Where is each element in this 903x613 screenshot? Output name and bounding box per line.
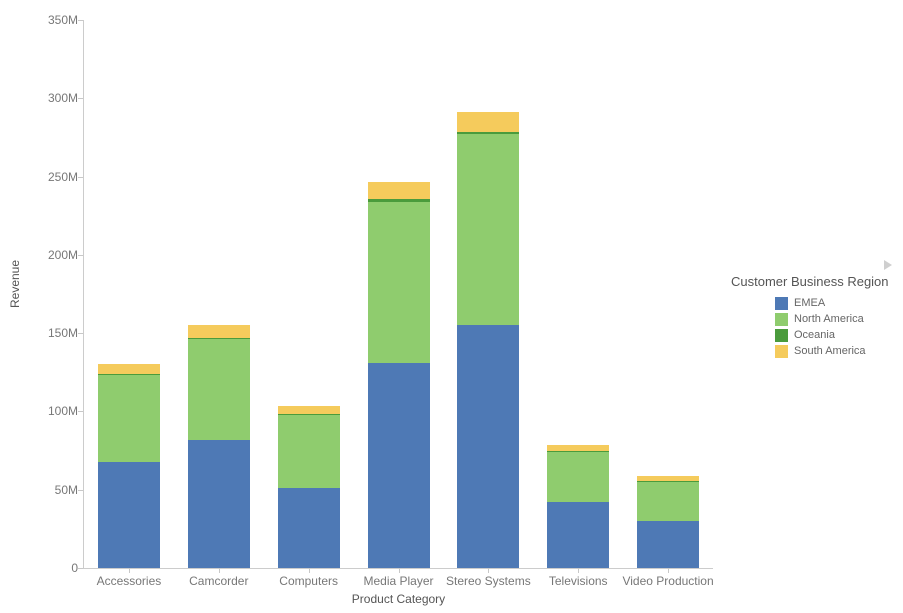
bar-segment[interactable] <box>547 502 610 568</box>
x-tick-label: Accessories <box>96 574 162 588</box>
plot-area <box>84 20 713 568</box>
y-tick-label: 0 <box>71 561 78 575</box>
legend-items: EMEA North America Oceania South America <box>775 295 896 359</box>
legend-item-label: Oceania <box>794 329 835 341</box>
bar-stack <box>97 364 160 568</box>
x-tick-mark <box>218 568 220 573</box>
legend-item[interactable]: North America <box>775 311 896 327</box>
legend-item[interactable]: South America <box>775 343 896 359</box>
x-tick-label: Stereo Systems <box>445 574 531 588</box>
x-tick-label: Computers <box>279 574 338 588</box>
x-tick-mark <box>398 568 400 573</box>
x-tick-mark <box>578 568 580 573</box>
y-tick-label: 100M <box>47 404 78 419</box>
bar-stack <box>637 476 700 568</box>
legend-item[interactable]: EMEA <box>775 295 896 311</box>
bar-stack <box>187 325 250 568</box>
bar-stack <box>547 444 610 568</box>
bar-segment[interactable] <box>97 461 160 568</box>
y-tick-label: 50M <box>54 482 78 497</box>
x-tick-mark <box>668 568 670 573</box>
bar-stack <box>457 111 520 568</box>
bar-group[interactable] <box>367 20 430 568</box>
y-tick-label: 150M <box>47 326 78 341</box>
stacked-bar-chart: Revenue 0 50M 100M 150M 200M 250M 300M 350M Acc… <box>0 0 903 613</box>
bar-stack <box>367 182 430 568</box>
bar-group[interactable] <box>187 20 250 568</box>
x-tick-label: Camcorder <box>189 574 249 588</box>
bar-group[interactable] <box>547 20 610 568</box>
bar-segment[interactable] <box>187 339 250 440</box>
x-tick-label: Televisions <box>548 574 608 588</box>
bar-segment[interactable] <box>457 111 520 132</box>
triangle-right-icon[interactable] <box>882 258 894 272</box>
bar-group[interactable] <box>97 20 160 568</box>
bar-group[interactable] <box>277 20 340 568</box>
bar-segment[interactable] <box>457 325 520 568</box>
legend-color-swatch <box>775 296 788 310</box>
bar-segment[interactable] <box>277 488 340 568</box>
bar-segment[interactable] <box>277 405 340 414</box>
bar-segment[interactable] <box>187 325 250 338</box>
bar-group[interactable] <box>457 20 520 568</box>
y-tick-label: 250M <box>47 169 78 184</box>
bar-group[interactable] <box>637 20 700 568</box>
y-axis-title-label: Revenue <box>8 259 23 309</box>
y-axis-title: Revenue <box>4 0 26 568</box>
legend-color-swatch <box>775 328 788 342</box>
bar-segment[interactable] <box>367 182 430 200</box>
y-tick-label: 200M <box>47 247 78 262</box>
bar-segment[interactable] <box>367 362 430 568</box>
y-axis-tick-labels: 0 50M 100M 150M 200M 250M 300M 350M <box>26 0 78 613</box>
x-tick-mark <box>308 568 310 573</box>
legend-item-label: EMEA <box>794 297 826 309</box>
legend-item-label: South America <box>794 345 866 357</box>
bar-segment[interactable] <box>547 452 610 503</box>
y-tick-label: 300M <box>47 91 78 106</box>
bar-segment[interactable] <box>97 364 160 374</box>
y-tick-label: 350M <box>47 13 78 27</box>
bar-segment[interactable] <box>187 439 250 568</box>
x-tick-label: Media Player <box>363 574 434 588</box>
legend-title: Customer Business Region <box>731 274 889 289</box>
x-axis-title-label: Product Category <box>351 592 446 606</box>
bar-segment[interactable] <box>367 201 430 363</box>
x-tick-label: Video Production <box>622 574 714 588</box>
x-axis-title: Product Category <box>84 592 713 606</box>
legend: Customer Business Region EMEA North Ameri… <box>731 274 896 359</box>
legend-color-swatch <box>775 344 788 358</box>
x-tick-mark <box>128 568 130 573</box>
bar-segment[interactable] <box>637 481 700 522</box>
bar-segment[interactable] <box>277 414 340 489</box>
x-tick-mark <box>488 568 490 573</box>
bar-segment[interactable] <box>457 134 520 326</box>
legend-item-label: North America <box>794 313 864 325</box>
legend-color-swatch <box>775 312 788 326</box>
bar-stack <box>277 405 340 568</box>
bar-segment[interactable] <box>637 521 700 568</box>
legend-item[interactable]: Oceania <box>775 327 896 343</box>
bar-segment[interactable] <box>97 375 160 462</box>
